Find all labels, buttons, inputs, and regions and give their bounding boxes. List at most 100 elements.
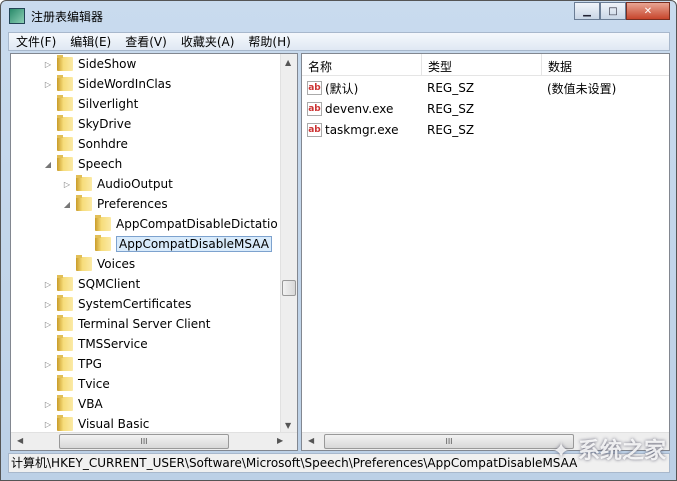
tree-node[interactable]: Silverlight [43, 94, 138, 114]
tree-horizontal-scrollbar[interactable]: ◀ III ▶ [11, 432, 297, 450]
menu-view[interactable]: 查看(V) [118, 33, 174, 50]
list-item[interactable]: ab taskmgr.exe REG_SZ [307, 120, 547, 140]
folder-icon [57, 355, 73, 371]
tree-node[interactable]: Sonhdre [43, 134, 128, 154]
folder-icon [57, 135, 73, 151]
tree-node-label: SideShow [78, 57, 137, 71]
value-type: REG_SZ [427, 102, 475, 116]
tree-node[interactable]: ▷ AudioOutput [62, 174, 173, 194]
list-hscroll-thumb[interactable]: III [324, 434, 574, 449]
close-button[interactable]: ✕ [626, 2, 670, 20]
folder-icon [57, 55, 73, 71]
tree-node[interactable]: ▷ Terminal Server Client [43, 314, 210, 334]
tree-node-label: VBA [78, 397, 103, 411]
folder-icon [57, 95, 73, 111]
tree-node[interactable]: ▷ TPG [43, 354, 102, 374]
value-type: REG_SZ [427, 81, 475, 95]
expander-icon[interactable]: ▷ [43, 360, 53, 369]
tree-node-label: TPG [78, 357, 102, 371]
tree-node-label: AudioOutput [97, 177, 173, 191]
folder-icon [57, 155, 73, 171]
value-data: (数值未设置) [547, 81, 617, 96]
expander-icon[interactable]: ▷ [43, 420, 53, 429]
expander-icon[interactable]: ▷ [43, 320, 53, 329]
registry-tree: ▷ SideShow ▷ SideWordInClas Silverlight SkyDr… [10, 53, 298, 451]
scroll-down-icon[interactable]: ▼ [285, 421, 291, 430]
registry-editor-window: 注册表编辑器 ▁ □ ✕ 文件(F) 编辑(E) 查看(V) 收藏夹(A) 帮助… [0, 0, 677, 481]
folder-icon [57, 415, 73, 431]
tree-node[interactable]: ▷ SQMClient [43, 274, 140, 294]
list-item[interactable]: ab (默认) REG_SZ (数值未设置) [307, 78, 616, 98]
folder-icon [57, 335, 73, 351]
tree-node-label: Voices [97, 257, 136, 271]
maximize-button[interactable]: □ [600, 2, 626, 20]
value-name: taskmgr.exe [325, 123, 399, 137]
tree-node[interactable]: SkyDrive [43, 114, 131, 134]
tree-vertical-scrollbar[interactable]: ▲ ▼ [280, 54, 297, 434]
expander-icon[interactable]: ▷ [43, 400, 53, 409]
tree-node-label: Visual Basic [78, 417, 150, 431]
tree-node[interactable]: TMSService [43, 334, 148, 354]
folder-icon [57, 295, 73, 311]
tree-node-label: Silverlight [78, 97, 139, 111]
tree-node[interactable]: ▷ VBA [43, 394, 103, 414]
menu-edit[interactable]: 编辑(E) [63, 33, 118, 50]
folder-icon [57, 395, 73, 411]
list-item[interactable]: ab devenv.exe REG_SZ [307, 99, 547, 119]
folder-icon [76, 195, 92, 211]
tree-node-label: Terminal Server Client [78, 317, 211, 331]
scroll-right-icon[interactable]: ▶ [277, 436, 283, 445]
folder-icon [76, 255, 92, 271]
minimize-button[interactable]: ▁ [574, 2, 600, 20]
tree-node[interactable]: ▷ Visual Basic [43, 414, 149, 434]
tree-node-label: TMSService [78, 337, 148, 351]
tree-node[interactable]: AppCompatDisableDictatio [81, 214, 278, 234]
expander-icon[interactable]: ◢ [62, 200, 72, 209]
scroll-left-icon[interactable]: ◀ [17, 436, 23, 445]
tree-node[interactable]: ▷ SystemCertificates [43, 294, 191, 314]
value-name: devenv.exe [325, 102, 394, 116]
menu-bar: 文件(F) 编辑(E) 查看(V) 收藏夹(A) 帮助(H) [8, 32, 670, 51]
folder-icon [57, 375, 73, 391]
scroll-up-icon[interactable]: ▲ [285, 58, 291, 67]
tree-node[interactable]: ◢ Speech [43, 154, 122, 174]
column-type[interactable]: 类型 [422, 54, 542, 75]
values-list: 名称 类型 数据 ab (默认) REG_SZ (数值未设置) ab devenv.exe… [301, 53, 670, 451]
expander-icon[interactable]: ◢ [43, 160, 53, 169]
string-value-icon: ab [307, 81, 322, 95]
folder-icon [57, 115, 73, 131]
tree-node[interactable]: Voices [62, 254, 135, 274]
expander-icon[interactable]: ▷ [43, 80, 53, 89]
regedit-icon [9, 8, 25, 24]
tree-node-label: Sonhdre [78, 137, 128, 151]
tree-node[interactable]: Tvice [43, 374, 110, 394]
expander-icon[interactable]: ▷ [43, 60, 53, 69]
expander-icon[interactable]: ▷ [43, 300, 53, 309]
tree-hscroll-thumb[interactable]: III [59, 434, 229, 449]
tree-node-label: SystemCertificates [78, 297, 192, 311]
expander-icon[interactable]: ▷ [43, 280, 53, 289]
folder-icon [95, 235, 111, 251]
tree-node[interactable]: ▷ SideWordInClas [43, 74, 171, 94]
tree-node-label: SkyDrive [78, 117, 132, 131]
tree-vscroll-thumb[interactable] [282, 280, 296, 296]
tree-node-label: SQMClient [78, 277, 141, 291]
tree-node[interactable]: AppCompatDisableMSAA [81, 234, 272, 254]
watermark-logo: ✦ 系统之家 [551, 439, 666, 464]
tree-node[interactable]: ▷ SideShow [43, 54, 136, 74]
column-name[interactable]: 名称 [302, 54, 422, 75]
value-type: REG_SZ [427, 123, 475, 137]
folder-icon [76, 175, 92, 191]
column-data[interactable]: 数据 [542, 54, 669, 75]
menu-help[interactable]: 帮助(H) [241, 33, 297, 50]
menu-file[interactable]: 文件(F) [9, 33, 63, 50]
expander-icon[interactable]: ▷ [62, 180, 72, 189]
tree-node-label: AppCompatDisableMSAA [116, 236, 272, 252]
tree-node[interactable]: ◢ Preferences [62, 194, 168, 214]
scroll-left-icon[interactable]: ◀ [308, 436, 314, 445]
folder-icon [95, 215, 111, 231]
value-name: (默认) [325, 81, 359, 96]
menu-favorites[interactable]: 收藏夹(A) [174, 33, 242, 50]
title-bar: 注册表编辑器 [9, 6, 103, 26]
string-value-icon: ab [307, 102, 322, 116]
